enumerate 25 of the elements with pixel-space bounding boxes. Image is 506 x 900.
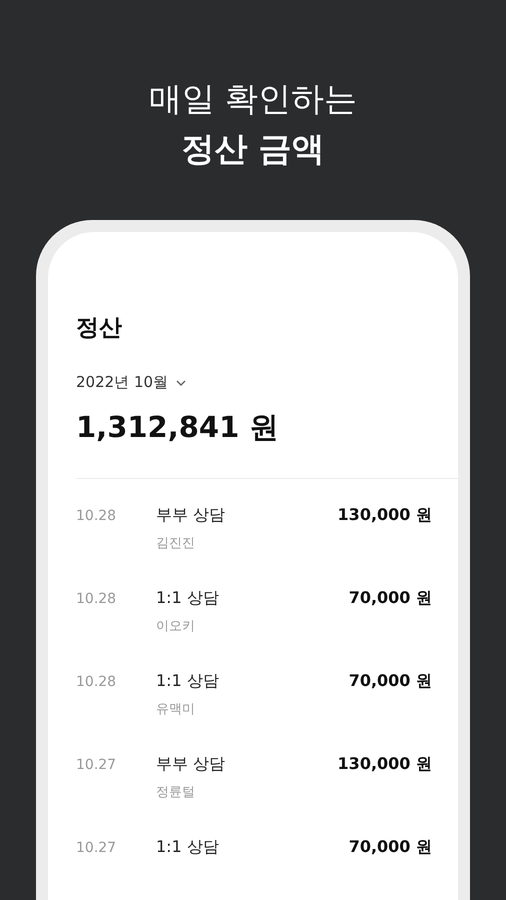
chevron-down-icon[interactable]: [176, 380, 186, 386]
total-amount: 1,312,841 원: [76, 409, 280, 446]
amount-text: 130,000 원: [338, 754, 432, 773]
service-name: 1:1 상담: [156, 671, 219, 690]
date-text: 10.28: [76, 591, 116, 607]
client-name: 이오키: [156, 618, 196, 635]
page-title: 정산: [76, 314, 123, 343]
amount-text: 70,000 원: [348, 671, 432, 690]
date-text: 10.28: [76, 674, 116, 690]
service-name: 부부 상담: [156, 754, 226, 773]
client-name: 김진진: [156, 535, 196, 552]
client-name: 유맥미: [156, 701, 196, 718]
service-name: 1:1 상담: [156, 837, 219, 856]
service-name: 1:1 상담: [156, 588, 219, 607]
date-text: 10.27: [76, 757, 116, 773]
service-name: 부부 상담: [156, 505, 226, 524]
client-name: 정륜털: [156, 784, 196, 801]
date-text: 10.27: [76, 840, 116, 856]
date-text: 10.28: [76, 508, 116, 524]
amount-text: 70,000 원: [348, 588, 432, 607]
month-selector[interactable]: 2022년 10월: [76, 373, 168, 392]
headline: 매일 확인하는: [148, 78, 358, 120]
headline-bold: 정산 금액: [181, 128, 325, 170]
amount-text: 70,000 원: [348, 837, 432, 856]
amount-text: 130,000 원: [338, 505, 432, 524]
